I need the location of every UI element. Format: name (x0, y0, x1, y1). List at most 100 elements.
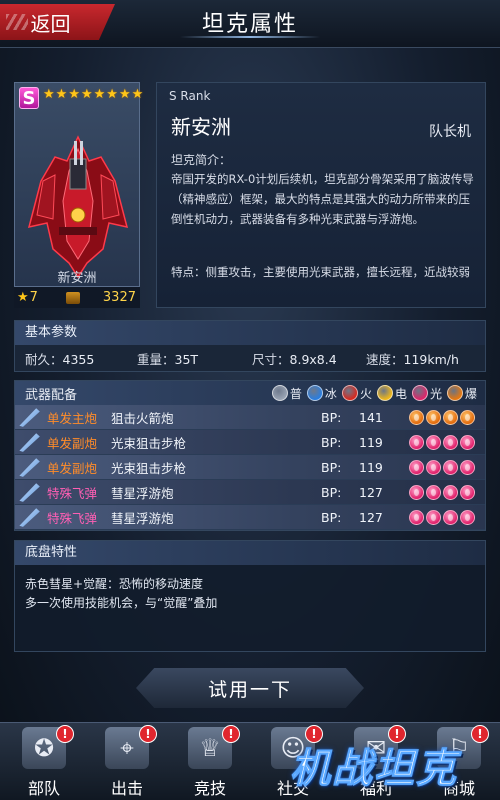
page-title: 坦克属性 (201, 12, 298, 37)
nav-item-sortie[interactable]: ⌖ 出击! (87, 725, 167, 799)
weapon-bp-label: BP: (321, 434, 342, 450)
param-value: 4355 (62, 351, 95, 367)
param-key: 尺寸： (252, 351, 290, 367)
element-slot-icon (443, 459, 458, 475)
weapons-header: 武器配备 普 冰 火 电 光 爆 (15, 381, 485, 405)
weapon-name: 彗星浮游炮 (111, 510, 174, 526)
element-slot-icon (409, 509, 424, 525)
star-icon: ★ (106, 87, 118, 102)
weapon-row[interactable]: 单发副炮 光束狙击步枪 BP: 119 (15, 430, 485, 455)
try-button[interactable]: 试用一下 (136, 668, 364, 708)
weapon-bp-label: BP: (321, 509, 342, 525)
chassis-text: 赤色彗星+觉醒：恐怖的移动速度 多一次使用技能机会，与“觉醒”叠加 (15, 565, 485, 651)
level-star-icon: ★ (17, 290, 29, 305)
tank-level: 7 (29, 290, 38, 305)
star-icon: ★ (68, 87, 80, 102)
chassis-section: 底盘特性 赤色彗星+觉醒：恐怖的移动速度 多一次使用技能机会，与“觉醒”叠加 (14, 540, 486, 652)
weapon-icon (19, 483, 40, 502)
weapon-icon (19, 458, 40, 477)
element-slot-icon (460, 509, 475, 525)
star-icon: ★ (93, 87, 106, 102)
star-rating: ★ ★ ★ ★ ★ ★ ★ ★ (43, 87, 143, 102)
element-slot-icon (426, 509, 441, 525)
element-slot-icon (426, 459, 441, 475)
element-slot-icon (443, 434, 458, 450)
element-dot-icon (341, 385, 358, 401)
top-bar: 返回 坦克属性 (0, 0, 500, 48)
element-legend: 普冰火电光爆 (268, 385, 485, 402)
weapon-name: 光束狙击步枪 (111, 460, 187, 476)
param-value: 35T (174, 351, 199, 367)
rank-badge: S (19, 87, 39, 109)
element-slot-icon (443, 484, 458, 500)
weapon-name: 彗星浮游炮 (111, 485, 174, 501)
battle-power-icon (65, 291, 80, 304)
tank-name: 新安洲 (171, 115, 231, 139)
star-icon: ★ (43, 87, 55, 102)
params-row: 耐久：4355 重量：35T 尺寸：8.9x8.4 速度：119km/h (15, 345, 485, 371)
element-slot-icon (409, 459, 424, 475)
weapon-row[interactable]: 特殊飞弹 彗星浮游炮 BP: 127 (15, 505, 485, 530)
weapon-list: 单发主炮 狙击火箭炮 BP: 141 单发副炮 光束狙击步枪 BP: 119 单发副炮 光束狙击步… (15, 405, 485, 530)
chassis-line: 赤色彗星+觉醒：恐怖的移动速度 (25, 577, 204, 591)
nav-label: 部队 (27, 779, 60, 798)
notification-badge: ! (56, 725, 74, 743)
element-slot-icon (443, 509, 458, 525)
weapon-slots (409, 484, 475, 500)
game-logo: 机战坦克 (290, 746, 458, 793)
element-slot-icon (409, 409, 424, 425)
param-key: 耐久： (25, 351, 63, 367)
weapon-slots (409, 409, 475, 425)
weapon-row[interactable]: 特殊飞弹 彗星浮游炮 BP: 127 (15, 480, 485, 505)
weapon-icon (19, 408, 40, 427)
element-dot-icon (376, 385, 393, 401)
weapon-icon (19, 433, 40, 452)
star-icon: ★ (55, 87, 68, 102)
tank-card-stats: ★ 7 3327 (14, 286, 140, 308)
param-key: 速度： (366, 351, 404, 367)
weapon-type: 特殊飞弹 (47, 485, 98, 501)
tank-portrait-card: S ★ ★ ★ ★ ★ ★ ★ ★ 新安洲 (14, 82, 143, 308)
weapon-name: 狙击火箭炮 (111, 410, 174, 426)
param-value: 8.9x8.4 (289, 351, 337, 367)
nav-label: 竞技 (193, 779, 226, 798)
weapon-bp-label: BP: (321, 459, 342, 475)
weapons-section: 武器配备 普 冰 火 电 光 爆 单发主炮 狙击火箭炮 BP: 141 单发副炮 光束狙击步枪 BP:… (14, 380, 486, 531)
weapon-type: 特殊飞弹 (47, 510, 98, 526)
element-label: 光 (429, 386, 442, 401)
weapons-title: 武器配备 (25, 387, 78, 403)
tank-role: 队长机 (429, 124, 471, 140)
weapon-name: 光束狙击步枪 (111, 435, 187, 451)
weapon-row[interactable]: 单发主炮 狙击火箭炮 BP: 141 (15, 405, 485, 430)
weapon-type: 单发副炮 (47, 435, 98, 451)
chassis-line: 多一次使用技能机会，与“觉醒”叠加 (25, 596, 218, 610)
element-dot-icon (271, 385, 288, 401)
element-dot-icon (411, 385, 428, 401)
param-weight: 重量：35T (137, 349, 252, 368)
weapon-bp-label: BP: (321, 409, 342, 425)
nav-item-troops[interactable]: ✪ 部队! (4, 725, 84, 799)
star-icon: ★ (131, 87, 144, 102)
weapon-row[interactable]: 单发副炮 光束狙击步枪 BP: 119 (15, 455, 485, 480)
nav-label: 出击 (110, 779, 143, 798)
star-icon: ★ (80, 87, 93, 102)
element-label: 普 (289, 386, 302, 401)
notification-badge: ! (222, 725, 240, 743)
star-icon: ★ (118, 87, 131, 102)
weapon-type: 单发主炮 (47, 410, 98, 426)
element-slot-icon (460, 484, 475, 500)
param-key: 重量： (137, 351, 175, 367)
feature-text: 特点：侧重攻击，主要使用光束武器，擅长远程，近战较弱 (171, 265, 470, 279)
element-slot-icon (460, 434, 475, 450)
weapon-slots (409, 509, 475, 525)
element-label: 爆 (464, 386, 477, 401)
element-dot-icon (306, 385, 323, 401)
element-slot-icon (426, 434, 441, 450)
tank-description-panel: S Rank 新安洲 队长机 坦克简介： 帝国开发的RX-0计划后续机，坦克部分… (156, 82, 486, 308)
basic-params-title: 基本参数 (15, 321, 485, 345)
element-slot-icon (443, 409, 458, 425)
nav-item-trophy[interactable]: ♕ 竞技! (170, 725, 250, 799)
param-speed: 速度：119km/h (366, 349, 459, 368)
weapon-slots (409, 434, 475, 450)
param-size: 尺寸：8.9x8.4 (252, 349, 366, 368)
